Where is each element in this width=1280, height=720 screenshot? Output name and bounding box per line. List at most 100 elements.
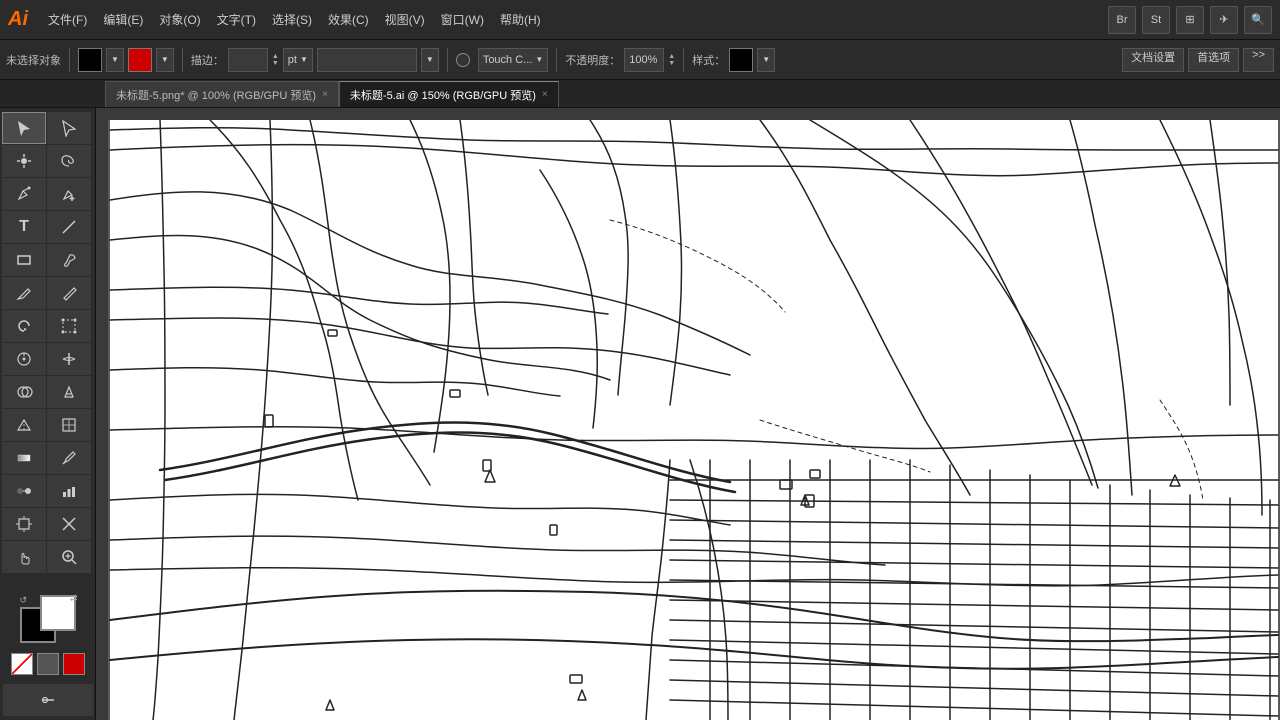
stroke-dropdown-arrow: ▼ bbox=[161, 55, 169, 64]
stock-button[interactable]: St bbox=[1142, 6, 1170, 34]
menu-view[interactable]: 视图(V) bbox=[377, 7, 433, 32]
main-area: T bbox=[0, 108, 1280, 720]
menu-edit[interactable]: 编辑(E) bbox=[95, 7, 151, 32]
tab-png-close[interactable]: × bbox=[322, 89, 328, 100]
tool-row-8 bbox=[2, 376, 93, 408]
selection-tool[interactable] bbox=[2, 112, 46, 144]
rotate-tool[interactable] bbox=[2, 310, 46, 342]
menu-icons: Br St ⊞ ✈ 🔍 bbox=[1108, 6, 1272, 34]
tab-ai[interactable]: 未标题-5.ai @ 150% (RGB/GPU 预览) × bbox=[339, 81, 559, 107]
zoom-tool[interactable] bbox=[47, 541, 91, 573]
pen-tool[interactable] bbox=[2, 178, 46, 210]
eraser-tool[interactable] bbox=[47, 277, 91, 309]
menu-type[interactable]: 文字(T) bbox=[209, 7, 264, 32]
artboard-tool[interactable] bbox=[2, 508, 46, 540]
menu-select[interactable]: 选择(S) bbox=[264, 7, 320, 32]
stroke-spinner[interactable]: ▲ ▼ bbox=[272, 53, 279, 67]
extra-button[interactable]: >> bbox=[1243, 48, 1274, 72]
color-wells: ↺ ⇄ bbox=[20, 595, 76, 647]
doc-settings-button[interactable]: 文档设置 bbox=[1122, 48, 1184, 72]
tab-ai-label: 未标题-5.ai @ 150% (RGB/GPU 预览) bbox=[350, 87, 536, 103]
live-paint-tool[interactable] bbox=[47, 376, 91, 408]
type-icon: T bbox=[19, 218, 29, 236]
chart-tool[interactable] bbox=[47, 475, 91, 507]
style-dropdown[interactable]: ▼ bbox=[757, 48, 775, 72]
stroke-input[interactable] bbox=[228, 48, 268, 72]
workspace-button[interactable]: ⊞ bbox=[1176, 6, 1204, 34]
eyedropper-tool[interactable] bbox=[47, 442, 91, 474]
tool-row-13 bbox=[2, 541, 93, 573]
bridge-button[interactable]: Br bbox=[1108, 6, 1136, 34]
menu-window[interactable]: 窗口(W) bbox=[433, 7, 492, 32]
stroke-dropdown[interactable]: ▼ bbox=[156, 48, 174, 72]
opacity-spinner[interactable]: ▲ ▼ bbox=[668, 53, 675, 67]
canvas-area[interactable]: /* generated below */ bbox=[96, 108, 1280, 720]
menu-effect[interactable]: 效果(C) bbox=[320, 7, 377, 32]
rect-tool[interactable] bbox=[2, 244, 46, 276]
gradient-tool[interactable] bbox=[2, 442, 46, 474]
share-button[interactable]: ✈ bbox=[1210, 6, 1238, 34]
touch-dropdown[interactable]: Touch C... ▼ bbox=[478, 48, 548, 72]
separator-3 bbox=[447, 48, 448, 72]
direct-selection-tool[interactable] bbox=[47, 112, 91, 144]
type-tool[interactable]: T bbox=[2, 211, 46, 243]
tool-row-5 bbox=[2, 277, 93, 309]
stroke-unit-label: pt bbox=[288, 54, 297, 66]
tool-row-7 bbox=[2, 343, 93, 375]
extra-tool[interactable] bbox=[3, 684, 93, 716]
separator-1 bbox=[69, 48, 70, 72]
touch-label: Touch C... bbox=[483, 54, 533, 66]
stroke-label: 描边： bbox=[191, 52, 224, 68]
menu-help[interactable]: 帮助(H) bbox=[492, 7, 549, 32]
lasso-tool[interactable] bbox=[47, 145, 91, 177]
tab-ai-close[interactable]: × bbox=[542, 89, 548, 100]
bottom-swatches bbox=[6, 653, 89, 675]
hand-tool[interactable] bbox=[2, 541, 46, 573]
add-anchor-tool[interactable] bbox=[47, 178, 91, 210]
tool-row-12 bbox=[2, 508, 93, 540]
stroke-unit-dropdown[interactable]: pt ▼ bbox=[283, 48, 313, 72]
warp-tool[interactable] bbox=[2, 343, 46, 375]
none-swatch[interactable] bbox=[11, 653, 33, 675]
fill-dropdown-arrow: ▼ bbox=[111, 55, 119, 64]
menu-file[interactable]: 文件(F) bbox=[40, 7, 95, 32]
slice-tool[interactable] bbox=[47, 508, 91, 540]
preferences-button[interactable]: 首选项 bbox=[1188, 48, 1239, 72]
gray-swatch[interactable] bbox=[37, 653, 59, 675]
tool-row-9 bbox=[2, 409, 93, 441]
tab-png-label: 未标题-5.png* @ 100% (RGB/GPU 预览) bbox=[116, 87, 316, 103]
magic-wand-tool[interactable] bbox=[2, 145, 46, 177]
color-swap-icon[interactable]: ⇄ bbox=[70, 593, 78, 604]
stroke-swatch[interactable] bbox=[128, 48, 152, 72]
touch-circle bbox=[456, 53, 470, 67]
blend-tool[interactable] bbox=[2, 475, 46, 507]
transform-tool[interactable] bbox=[47, 310, 91, 342]
brush-tool[interactable] bbox=[47, 244, 91, 276]
opacity-input[interactable] bbox=[624, 48, 664, 72]
tool-row-10 bbox=[2, 442, 93, 474]
width-tool[interactable] bbox=[47, 343, 91, 375]
stroke-style-dropdown[interactable]: ▼ bbox=[421, 48, 439, 72]
shape-builder-tool[interactable] bbox=[2, 376, 46, 408]
line-tool[interactable] bbox=[47, 211, 91, 243]
separator-4 bbox=[556, 48, 557, 72]
tool-row-6 bbox=[2, 310, 93, 342]
menu-bar: Ai 文件(F) 编辑(E) 对象(O) 文字(T) 选择(S) 效果(C) 视… bbox=[0, 0, 1280, 40]
fill-dropdown[interactable]: ▼ bbox=[106, 48, 124, 72]
tool-row-1 bbox=[2, 145, 93, 177]
menu-object[interactable]: 对象(O) bbox=[151, 7, 208, 32]
search-button[interactable]: 🔍 bbox=[1244, 6, 1272, 34]
stroke-unit-arrow: ▼ bbox=[300, 55, 308, 64]
color-reset-icon[interactable]: ↺ bbox=[20, 595, 28, 606]
fill-swatch[interactable] bbox=[78, 48, 102, 72]
perspective-tool[interactable] bbox=[2, 409, 46, 441]
pencil-tool[interactable] bbox=[2, 277, 46, 309]
red-swatch[interactable] bbox=[63, 653, 85, 675]
tab-png[interactable]: 未标题-5.png* @ 100% (RGB/GPU 预览) × bbox=[105, 81, 339, 107]
tool-row-0 bbox=[2, 112, 93, 144]
mesh-tool[interactable] bbox=[47, 409, 91, 441]
style-arrow: ▼ bbox=[762, 55, 770, 64]
stroke-options-input[interactable] bbox=[317, 48, 417, 72]
toolbar-bar: 未选择对象 ▼ ▼ 描边： ▲ ▼ pt ▼ ▼ Touch C... ▼ 不透… bbox=[0, 40, 1280, 80]
style-swatch[interactable] bbox=[729, 48, 753, 72]
